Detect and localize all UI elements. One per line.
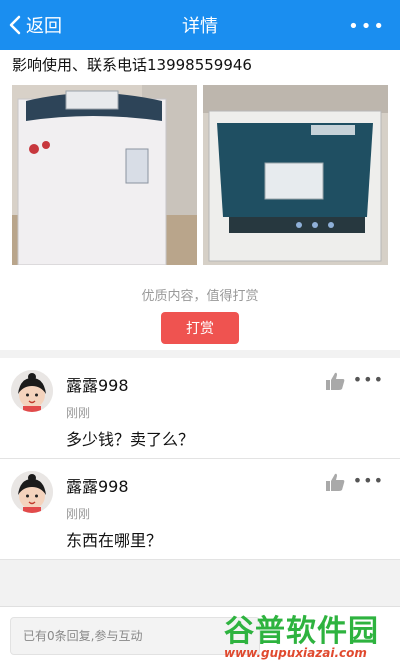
thumbs-up-icon[interactable]	[324, 471, 346, 493]
comment-author[interactable]: 露露998	[66, 473, 129, 497]
back-label: 返回	[26, 16, 62, 37]
comment-item: 露露998 刚刚 东西在哪里？ •••	[0, 459, 400, 560]
comment-text: 多少钱？卖了么？	[66, 430, 195, 449]
comment-time: 刚刚	[66, 507, 91, 521]
post-content: 影响使用、联系电话13998559946 优质内容，值得打赏 打赏	[0, 50, 400, 350]
site-watermark: 谷普软件园 www.gupuxiazai.com	[218, 604, 400, 666]
top-nav-bar: 返回 详情 •••	[0, 0, 400, 50]
girl-avatar-icon	[11, 370, 53, 412]
comment-author[interactable]: 露露998	[66, 372, 129, 396]
comment-item: 露露998 刚刚 多少钱？卖了么？ •••	[0, 358, 400, 459]
watermark-name: 谷普软件园	[224, 614, 379, 649]
comment-more-icon[interactable]: •••	[353, 471, 384, 490]
thumbs-up-icon[interactable]	[324, 370, 346, 392]
chevron-left-icon	[9, 15, 21, 35]
post-photo-2[interactable]	[203, 85, 388, 265]
post-photo-1[interactable]	[12, 85, 197, 265]
avatar[interactable]	[11, 471, 53, 513]
comment-time: 刚刚	[66, 406, 91, 420]
comment-more-icon[interactable]: •••	[353, 370, 384, 389]
reward-tip: 优质内容，值得打赏	[141, 289, 259, 304]
girl-avatar-icon	[11, 471, 53, 513]
back-button[interactable]: 返回	[8, 12, 62, 38]
comment-list: 露露998 刚刚 多少钱？卖了么？ ••• 露露998 刚刚 东西在哪里？ ••…	[0, 358, 400, 560]
watermark-url: www.gupuxiazai.com	[224, 646, 367, 660]
washing-machine-image-1	[12, 85, 197, 265]
more-options-icon[interactable]: •••	[348, 16, 386, 37]
reward-button[interactable]: 打赏	[161, 312, 239, 344]
post-text: 影响使用、联系电话13998559946	[12, 56, 252, 74]
washing-machine-image-2	[203, 85, 388, 265]
avatar[interactable]	[11, 370, 53, 412]
comment-text: 东西在哪里？	[66, 531, 163, 550]
